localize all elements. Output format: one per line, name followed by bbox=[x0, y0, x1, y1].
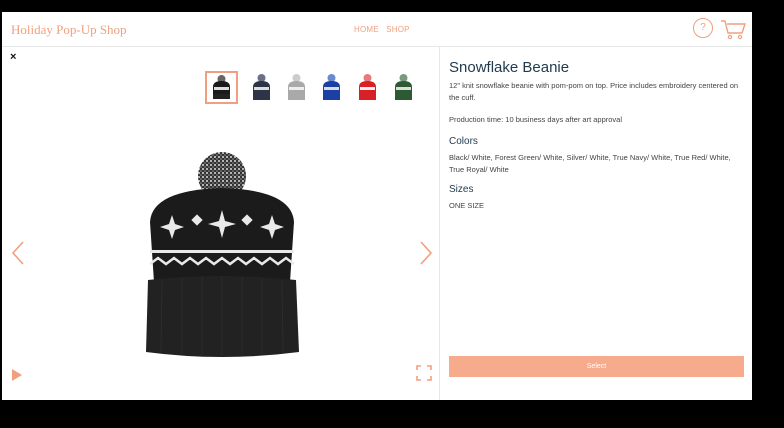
main-nav: HOME SHOP bbox=[354, 25, 415, 34]
thumbnail-silver[interactable] bbox=[280, 71, 313, 104]
beanie-thumb-icon bbox=[323, 74, 340, 100]
sizes-heading: Sizes bbox=[449, 184, 474, 195]
play-icon[interactable] bbox=[11, 368, 23, 382]
next-image-arrow-icon[interactable] bbox=[418, 240, 434, 266]
sizes-list: ONE SIZE bbox=[449, 201, 485, 210]
product-description: 12" knit snowflake beanie with pom-pom o… bbox=[449, 81, 739, 102]
panel-divider bbox=[439, 47, 440, 400]
thumbnail-red[interactable] bbox=[351, 71, 384, 104]
brand-logo[interactable]: Holiday Pop-Up Shop bbox=[11, 22, 127, 38]
thumbnail-forest-green[interactable] bbox=[387, 71, 420, 104]
fullscreen-icon[interactable] bbox=[416, 365, 432, 381]
colors-heading: Colors bbox=[449, 136, 478, 147]
help-button[interactable]: ? bbox=[693, 18, 713, 38]
top-bar: Holiday Pop-Up Shop HOME SHOP ? bbox=[2, 12, 752, 47]
nav-shop[interactable]: SHOP bbox=[386, 25, 409, 34]
select-button[interactable]: Select bbox=[449, 356, 744, 377]
production-time: Production time: 10 business days after … bbox=[449, 115, 623, 124]
product-title: Snowflake Beanie bbox=[449, 59, 570, 76]
product-modal: Holiday Pop-Up Shop HOME SHOP ? × Snowfl… bbox=[2, 12, 752, 400]
product-image bbox=[146, 152, 299, 357]
thumbnail-black[interactable] bbox=[205, 71, 238, 104]
beanie-thumb-icon bbox=[395, 74, 412, 100]
previous-image-arrow-icon[interactable] bbox=[10, 240, 26, 266]
thumbnail-royal[interactable] bbox=[315, 71, 348, 104]
thumbnail-navy[interactable] bbox=[245, 71, 278, 104]
nav-home[interactable]: HOME bbox=[354, 25, 379, 34]
colors-list: Black/ White, Forest Green/ White, Silve… bbox=[449, 153, 731, 174]
beanie-thumb-icon bbox=[253, 74, 270, 100]
cart-icon[interactable] bbox=[720, 18, 746, 40]
close-button[interactable]: × bbox=[10, 51, 16, 63]
beanie-thumb-icon bbox=[359, 74, 376, 100]
beanie-thumb-icon bbox=[213, 75, 230, 99]
beanie-thumb-icon bbox=[288, 74, 305, 100]
